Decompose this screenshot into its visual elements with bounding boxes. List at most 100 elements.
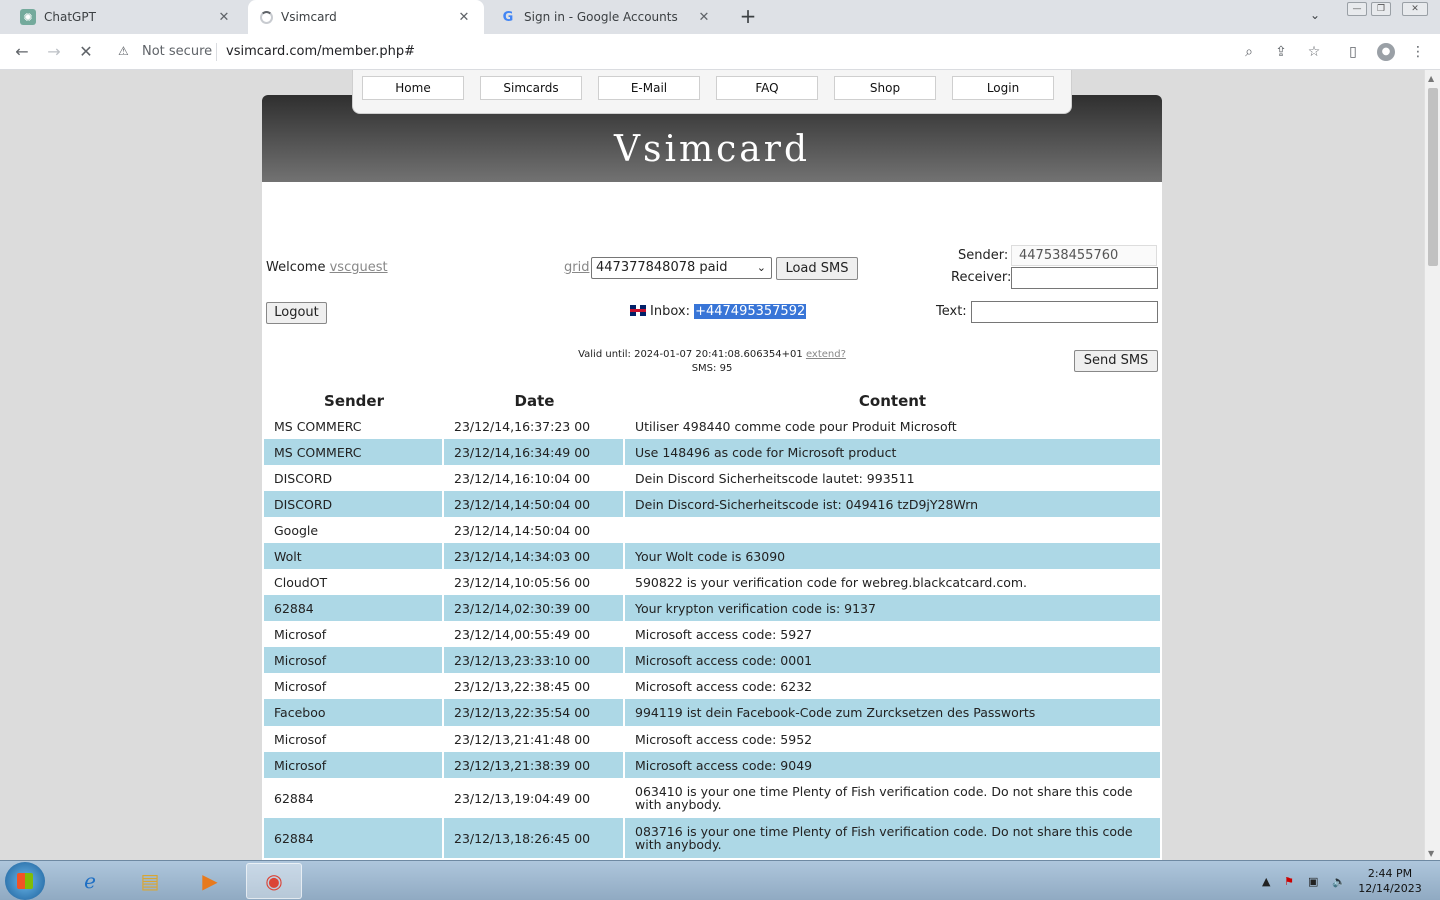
column-header-sender: Sender	[324, 392, 384, 410]
receiver-field[interactable]	[1011, 267, 1158, 289]
cell-sender: Microsof	[264, 752, 444, 778]
column-header-content: Content	[858, 392, 927, 410]
cell-date: 23/12/14,16:34:49 00	[444, 439, 625, 465]
loading-spinner-icon	[260, 10, 273, 24]
cell-content: 063410 is your one time Plenty of Fish v…	[635, 784, 1133, 812]
action-center-flag-icon[interactable]: ⚑	[1284, 875, 1294, 888]
cell-date: 23/12/14,16:37:23 00	[444, 413, 625, 439]
table-row: Microsof 23/12/13,21:38:39 00 Microsoft ac…	[264, 752, 1160, 778]
tab-google-signin[interactable]: G Sign in - Google Accounts ✕	[488, 0, 724, 34]
table-header: Sender Date Content	[264, 389, 1160, 413]
scroll-thumb[interactable]	[1428, 88, 1438, 266]
address-bar: ← → ✕ ⚠ Not secure vsimcard.com/member.p…	[0, 34, 1440, 70]
warning-icon[interactable]: ⚠	[118, 44, 129, 58]
valid-until-value: 2024-01-07 20:41:08.606354+01	[634, 349, 803, 360]
cell-date: 23/12/14,14:34:03 00	[444, 543, 625, 569]
network-icon[interactable]: ▣	[1308, 875, 1318, 888]
start-button[interactable]	[5, 862, 45, 900]
cell-content: Microsoft access code: 9049	[635, 757, 813, 773]
minimize-icon[interactable]: —	[1347, 2, 1367, 16]
nav-email[interactable]: E-Mail	[598, 76, 700, 100]
cell-sender: CloudOT	[264, 569, 444, 595]
nav-home[interactable]: Home	[362, 76, 464, 100]
extend-link[interactable]: extend?	[806, 349, 846, 360]
table-row: DISCORD 23/12/14,16:10:04 00 Dein Discord …	[264, 465, 1160, 491]
table-row: Microsof 23/12/13,23:33:10 00 Microsoft ac…	[264, 647, 1160, 673]
side-panel-icon[interactable]: ▯	[1344, 43, 1362, 61]
close-tab-icon[interactable]: ✕	[456, 10, 472, 25]
volume-muted-icon[interactable]: 🔈	[1332, 875, 1346, 888]
scroll-down-arrow-icon[interactable]: ▼	[1428, 849, 1434, 858]
cell-sender: Faceboo	[264, 699, 444, 726]
new-tab-button[interactable]: +	[736, 6, 760, 28]
cell-sender: DISCORD	[264, 491, 444, 517]
share-icon[interactable]: ⇪	[1272, 43, 1290, 61]
receiver-label: Receiver:	[951, 270, 1012, 285]
sender-label: Sender:	[958, 248, 1009, 263]
menu-kebab-icon[interactable]: ⋮	[1409, 43, 1427, 61]
cell-sender: DISCORD	[264, 465, 444, 491]
cell-date: 23/12/13,22:38:45 00	[444, 673, 625, 699]
cell-content: Microsoft access code: 6232	[635, 678, 813, 694]
security-label[interactable]: Not secure	[142, 44, 212, 59]
username-link[interactable]: vscguest	[330, 260, 388, 275]
scroll-up-arrow-icon[interactable]: ▲	[1428, 74, 1434, 83]
table-row: Microsof 23/12/14,00:55:49 00 Microsoft ac…	[264, 621, 1160, 647]
text-field[interactable]	[971, 301, 1158, 323]
cell-content: Your Wolt code is 63090	[635, 548, 786, 564]
tab-chatgpt[interactable]: ✺ ChatGPT ✕	[8, 0, 244, 34]
cell-content: Microsoft access code: 5927	[635, 626, 813, 642]
show-hidden-icons-icon[interactable]: ▲	[1262, 875, 1270, 888]
url-field[interactable]: vsimcard.com/member.php#	[226, 44, 415, 59]
cell-date: 23/12/13,23:33:10 00	[444, 647, 625, 673]
close-tab-icon[interactable]: ✕	[216, 10, 232, 25]
search-icon[interactable]: ⌕	[1240, 43, 1258, 61]
grid-link[interactable]: grid	[564, 260, 589, 275]
internet-explorer-icon[interactable]: ℯ	[62, 863, 118, 899]
inbox-line: Inbox: +447495357592	[630, 304, 807, 319]
stop-loading-icon[interactable]: ✕	[76, 42, 96, 62]
nav-login[interactable]: Login	[952, 76, 1054, 100]
nav-simcards[interactable]: Simcards	[480, 76, 582, 100]
number-select[interactable]: 447377848078 paid ⌄	[591, 257, 772, 279]
send-sms-button[interactable]: Send SMS	[1074, 350, 1158, 372]
tab-search-chevron-icon[interactable]: ⌄	[1310, 8, 1320, 22]
divider	[216, 43, 217, 61]
forward-icon[interactable]: →	[44, 42, 64, 62]
cell-date: 23/12/13,22:35:54 00	[444, 699, 625, 726]
welcome-text: Welcome vscguest	[266, 260, 388, 275]
media-player-icon[interactable]: ▶	[182, 863, 238, 899]
cell-content	[625, 517, 1160, 543]
table-row: 62884 23/12/13,18:26:45 00 083716 is your …	[264, 818, 1160, 858]
bookmark-star-icon[interactable]: ☆	[1305, 43, 1323, 61]
close-window-icon[interactable]: ✕	[1402, 2, 1428, 16]
validity-info: Valid until: 2024-01-07 20:41:08.606354+…	[262, 348, 1162, 376]
sender-field[interactable]: 447538455760	[1011, 245, 1157, 266]
windows-taskbar: ℯ ▤ ▶ ◉ ▲ ⚑ ▣ 🔈 2:44 PM 12/14/2023	[0, 860, 1440, 900]
table-body: MS COMMERC 23/12/14,16:37:23 00 Utiliser 4…	[264, 413, 1160, 860]
file-explorer-icon[interactable]: ▤	[122, 863, 178, 899]
selected-number: 447377848078 paid	[596, 260, 728, 275]
logout-button[interactable]: Logout	[266, 302, 327, 324]
nav-shop[interactable]: Shop	[834, 76, 936, 100]
page-scrollbar[interactable]: ▲ ▼	[1424, 70, 1440, 860]
chrome-icon[interactable]: ◉	[246, 863, 302, 899]
restore-icon[interactable]: ❐	[1371, 2, 1391, 16]
load-sms-button[interactable]: Load SMS	[776, 257, 858, 280]
main-container: Vsimcard Welcome vscguest Logout grid 44…	[262, 95, 1162, 860]
cell-content: Use 148496 as code for Microsoft product	[635, 444, 897, 460]
welcome-label: Welcome	[266, 260, 326, 275]
back-icon[interactable]: ←	[12, 42, 32, 62]
inbox-number[interactable]: +447495357592	[694, 304, 807, 319]
nav-faq[interactable]: FAQ	[716, 76, 818, 100]
tab-strip: ✺ ChatGPT ✕ Vsimcard ✕ G Sign in - Googl…	[0, 0, 1440, 34]
clock-date: 12/14/2023	[1358, 882, 1422, 895]
cell-sender: Wolt	[264, 543, 444, 569]
close-tab-icon[interactable]: ✕	[696, 10, 712, 25]
profile-avatar-icon[interactable]: ●	[1377, 43, 1395, 61]
system-clock[interactable]: 2:44 PM 12/14/2023	[1354, 866, 1426, 896]
cell-date: 23/12/13,21:41:48 00	[444, 726, 625, 752]
cell-sender: Microsof	[264, 621, 444, 647]
cell-date: 23/12/14,10:05:56 00	[444, 569, 625, 595]
tab-vsimcard[interactable]: Vsimcard ✕	[248, 0, 484, 34]
